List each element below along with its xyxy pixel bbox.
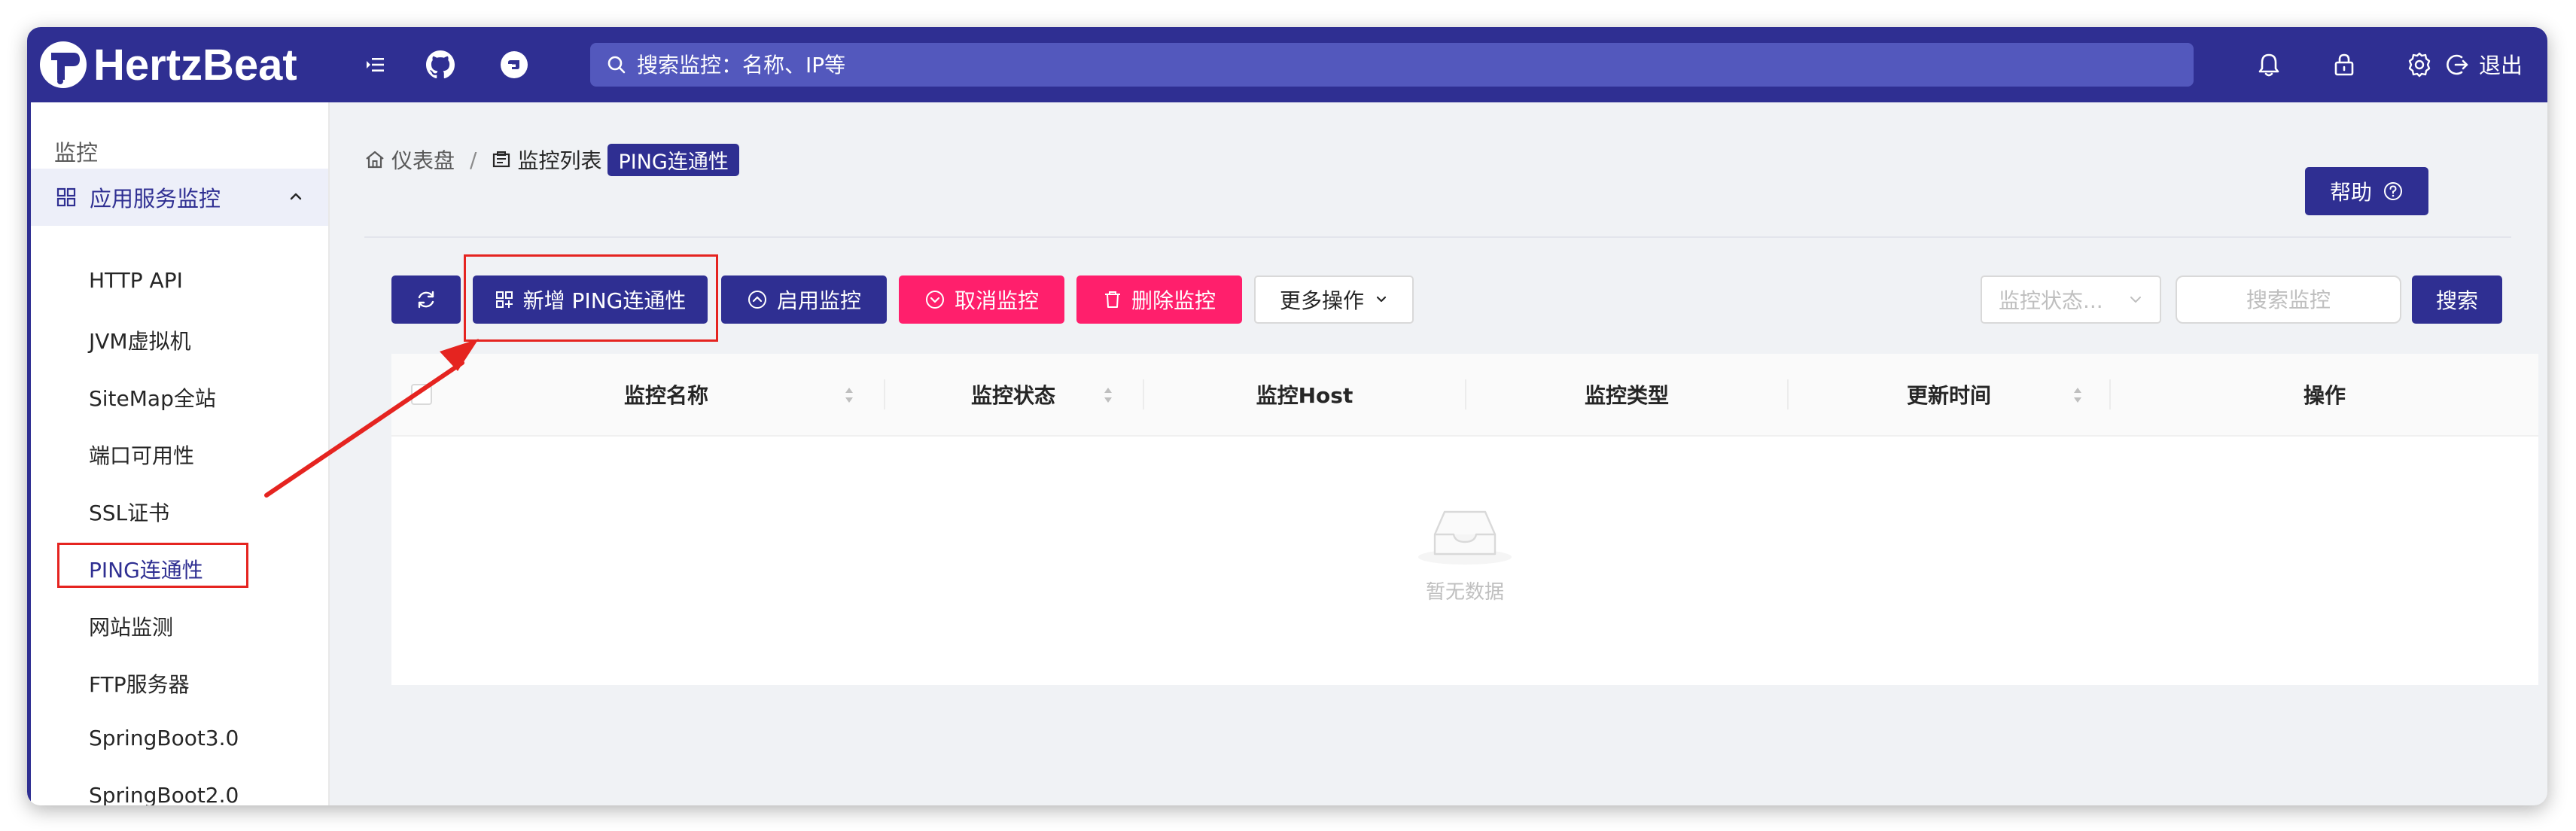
gear-icon xyxy=(2408,52,2431,78)
sidebar-section-title: 监控 xyxy=(54,140,99,166)
sidebar-item-springboot3[interactable]: SpringBoot3.0 xyxy=(89,726,239,750)
column-header-actions: 操作 xyxy=(2303,383,2346,408)
column-header-name[interactable]: 监控名称 xyxy=(452,354,881,435)
down-circle-icon xyxy=(925,291,944,309)
notifications-button[interactable] xyxy=(2250,46,2288,84)
help-button[interactable]: 帮助 xyxy=(2305,167,2428,215)
sidebar-item-website[interactable]: 网站监测 xyxy=(89,611,173,641)
empty-state: 暂无数据 xyxy=(391,504,2538,604)
breadcrumb-type-tag: PING连通性 xyxy=(607,143,739,176)
column-header-updated[interactable]: 更新时间 xyxy=(1789,354,2109,435)
sidebar-item-sitemap[interactable]: SiteMap全站 xyxy=(89,382,216,412)
chevron-down-icon xyxy=(1376,296,1387,303)
gitee-button[interactable] xyxy=(495,46,533,84)
breadcrumb-home[interactable]: 仪表盘 xyxy=(391,145,455,175)
enable-monitor-label: 启用监控 xyxy=(776,288,861,313)
sidebar-item-ftp[interactable]: FTP服务器 xyxy=(89,668,190,699)
sort-icon[interactable] xyxy=(1102,385,1114,405)
trash-icon xyxy=(1104,291,1120,308)
empty-text: 暂无数据 xyxy=(1425,581,1504,604)
annotation-highlight-add-button xyxy=(464,254,718,342)
help-label: 帮助 xyxy=(2329,180,2372,205)
sort-icon[interactable] xyxy=(2072,385,2084,405)
global-search-bar[interactable] xyxy=(590,43,2194,87)
menu-fold-icon xyxy=(367,58,384,72)
search-button-label: 搜索 xyxy=(2435,288,2478,313)
github-button[interactable] xyxy=(422,46,459,84)
more-actions-dropdown[interactable]: 更多操作 xyxy=(1254,275,1414,324)
logo[interactable]: HertzBeat xyxy=(38,38,297,92)
select-all-checkbox[interactable] xyxy=(411,384,432,405)
question-circle-icon xyxy=(2384,182,2402,200)
logout-button[interactable] xyxy=(2438,46,2476,84)
github-icon xyxy=(426,50,455,79)
breadcrumb: 仪表盘 / 监控列表 PING连通性 xyxy=(364,143,739,176)
logout-icon xyxy=(2447,54,2468,75)
gitee-icon xyxy=(501,51,528,78)
main-content: 仪表盘 / 监控列表 PING连通性 帮助 新增 PING连通性 启用监控 取消… xyxy=(330,102,2547,805)
menu-collapse-button[interactable] xyxy=(357,46,394,84)
status-select-placeholder: 监控状态... xyxy=(1999,288,2103,313)
logout-label[interactable]: 退出 xyxy=(2479,48,2523,80)
monitor-list-icon xyxy=(493,151,510,168)
bell-icon xyxy=(2258,53,2279,77)
chevron-up-icon xyxy=(290,193,302,200)
cancel-monitor-label: 取消监控 xyxy=(954,288,1039,313)
table-header: 监控名称 监控状态 监控Host 监控类型 更新时间 操作 xyxy=(391,354,2538,437)
search-button[interactable]: 搜索 xyxy=(2412,275,2502,324)
top-header: HertzBeat 搜索监控：名称、IP等 退出 xyxy=(27,27,2547,102)
enable-monitor-button[interactable]: 启用监控 xyxy=(721,275,887,324)
delete-monitor-label: 删除监控 xyxy=(1131,288,1216,313)
sidebar-item-jvm[interactable]: JVM虚拟机 xyxy=(89,325,191,355)
sidebar-item-http-api[interactable]: HTTP API xyxy=(89,268,183,293)
hertzbeat-logo-icon xyxy=(40,41,87,88)
home-icon xyxy=(366,151,384,169)
sidebar-group-label: 应用服务监控 xyxy=(90,186,221,212)
sidebar-item-port[interactable]: 端口可用性 xyxy=(89,440,194,470)
lock-screen-button[interactable] xyxy=(2325,46,2363,84)
logo-text: HertzBeat xyxy=(93,40,297,90)
sort-icon[interactable] xyxy=(843,385,855,405)
settings-button[interactable] xyxy=(2401,46,2438,84)
refresh-button[interactable] xyxy=(391,275,461,324)
sidebar: 监控 应用服务监控 HTTP API JVM虚拟机 SiteMap全站 端口可用… xyxy=(27,102,330,805)
breadcrumb-separator: / xyxy=(470,147,477,172)
empty-inbox-icon xyxy=(1418,510,1512,565)
sidebar-item-ssl[interactable]: SSL证书 xyxy=(89,497,169,527)
breadcrumb-current: 监控列表 xyxy=(517,148,602,173)
appstore-icon xyxy=(56,187,76,207)
header-divider xyxy=(364,236,2511,238)
monitor-status-select[interactable]: 监控状态... xyxy=(1981,275,2161,324)
sidebar-group-app-service[interactable]: 应用服务监控 xyxy=(31,169,328,226)
app-window: HertzBeat 搜索监控：名称、IP等 退出 监控 应用服务监控 HTTP … xyxy=(27,27,2547,805)
up-circle-icon xyxy=(748,291,766,309)
sidebar-item-springboot2[interactable]: SpringBoot2.0 xyxy=(89,783,239,805)
column-header-host: 监控Host xyxy=(1256,383,1353,408)
search-icon xyxy=(607,56,626,74)
annotation-highlight-ping-item xyxy=(57,543,248,588)
monitor-table: 监控名称 监控状态 监控Host 监控类型 更新时间 操作 暂无数据 xyxy=(391,354,2538,685)
delete-monitor-button[interactable]: 删除监控 xyxy=(1076,275,1242,324)
global-search-input[interactable] xyxy=(635,51,2069,78)
cancel-monitor-button[interactable]: 取消监控 xyxy=(899,275,1064,324)
lock-icon xyxy=(2334,53,2354,76)
refresh-icon xyxy=(418,291,434,309)
column-header-type: 监控类型 xyxy=(1584,383,1669,408)
monitor-search-input[interactable] xyxy=(2176,275,2401,324)
more-actions-label: 更多操作 xyxy=(1279,288,1364,313)
select-arrow-icon xyxy=(2130,297,2141,303)
